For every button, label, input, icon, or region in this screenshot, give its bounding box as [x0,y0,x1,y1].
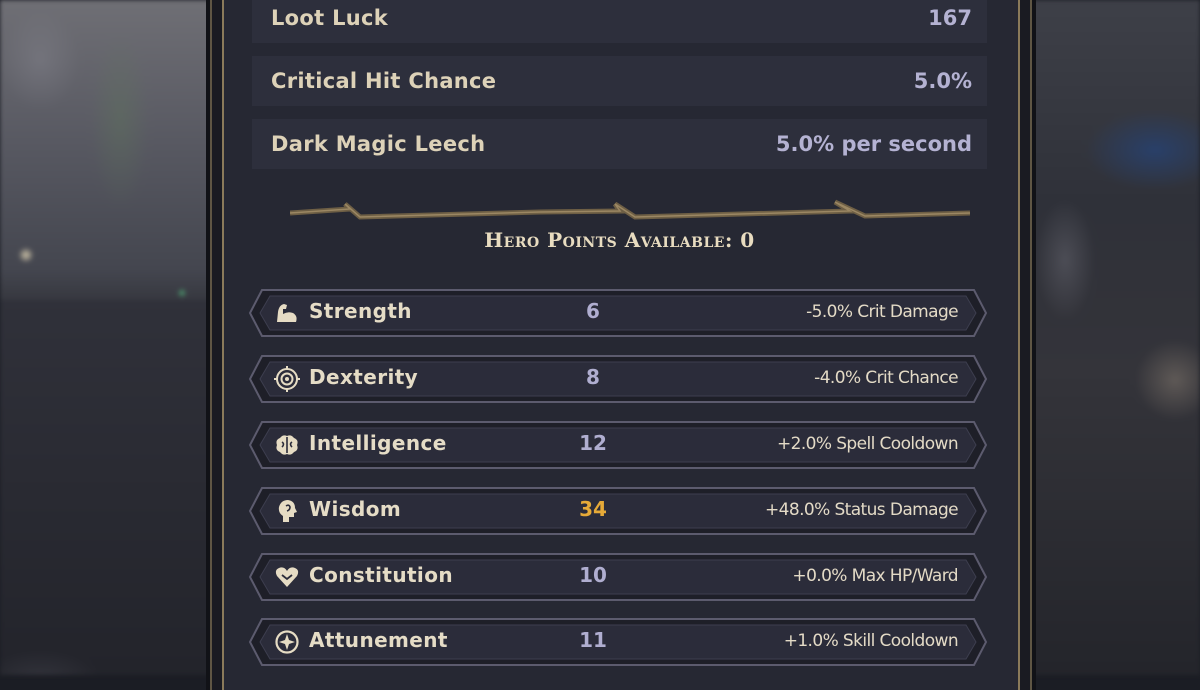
flexed-arm-icon [277,304,297,322]
info-value: 5.0% per second [775,132,972,156]
info-label: Loot Luck [271,6,389,30]
stat-effect: +48.0% Status Damage [765,500,959,520]
stat-row-constitution[interactable]: Constitution 10 +0.0% Max HP/Ward [248,552,988,602]
background-scene-left [0,0,215,675]
stat-name: Intelligence [309,431,447,455]
stat-effect: -5.0% Crit Damage [806,302,959,322]
mystic-circle-icon [275,630,299,654]
stat-row-strength[interactable]: Strength 6 -5.0% Crit Damage [248,288,988,338]
stat-value: 11 [579,628,607,652]
stat-row-dexterity[interactable]: Dexterity 8 -4.0% Crit Chance [248,354,988,404]
stat-name: Dexterity [309,365,419,389]
stat-value: 10 [579,563,607,587]
info-row-loot-luck: Loot Luck 167 [252,0,987,43]
brain-icon [276,435,298,455]
info-label: Dark Magic Leech [271,132,486,156]
heart-icon [275,567,299,587]
stat-value: 8 [586,365,600,389]
info-value: 167 [928,6,972,30]
stat-name: Constitution [309,563,453,587]
stat-row-wisdom[interactable]: Wisdom 34 +48.0% Status Damage [248,486,988,536]
stat-name: Wisdom [309,497,402,521]
info-label: Critical Hit Chance [271,69,497,93]
stat-value: 34 [579,497,607,521]
hero-points-available: Hero Points Available: 0 [484,228,755,252]
stat-value: 6 [586,299,600,323]
stat-value: 12 [579,431,607,455]
stat-effect: +2.0% Spell Cooldown [777,434,959,454]
background-scene-right [1025,0,1200,675]
info-row-dark-magic-leech: Dark Magic Leech 5.0% per second [252,119,987,169]
info-value: 5.0% [913,69,972,93]
head-profile-icon [278,500,297,522]
info-row-critical-hit-chance: Critical Hit Chance 5.0% [252,56,987,106]
stat-row-intelligence[interactable]: Intelligence 12 +2.0% Spell Cooldown [248,420,988,470]
stat-name: Strength [309,299,412,323]
stat-name: Attunement [309,628,448,652]
stat-effect: +1.0% Skill Cooldown [783,631,959,651]
stat-effect: +0.0% Max HP/Ward [792,566,958,586]
stat-row-attunement[interactable]: Attunement 11 +1.0% Skill Cooldown [248,617,988,667]
lightning-divider [290,199,970,220]
target-icon [274,366,300,392]
stat-effect: -4.0% Crit Chance [814,368,958,388]
